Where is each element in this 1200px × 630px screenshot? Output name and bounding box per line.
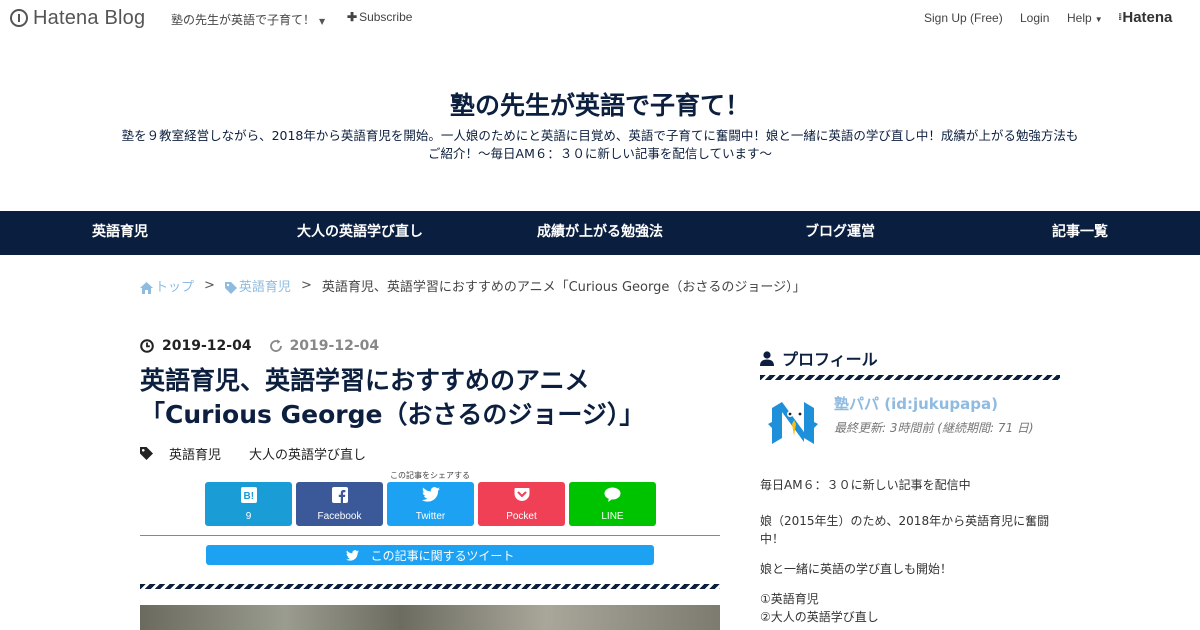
share-twitter-label: Twitter xyxy=(415,511,446,522)
hatena-logo-icon: ⁞⁞ xyxy=(1118,12,1123,23)
caret-down-icon: ▼ xyxy=(1094,15,1103,24)
subscribe-label: Subscribe xyxy=(359,10,413,24)
profile-heading-label: プロフィール xyxy=(782,350,878,369)
breadcrumb-category-label: 英語育児 xyxy=(238,280,291,295)
profile-name[interactable]: 塾パパ (id:jukupapa) xyxy=(834,393,998,414)
article-title-line: 英語育児、英語学習におすすめのアニメ xyxy=(140,366,590,395)
article-dates: 2019-12-04 2019-12-04 xyxy=(140,338,379,354)
login-link[interactable]: Login xyxy=(1020,11,1049,25)
twitter-icon xyxy=(387,487,474,503)
blog-description-line: ご紹介！～毎日AM６：３０に新しい記事を配信しています～ xyxy=(428,146,772,161)
article-tags: 英語育児 大人の英語学び直し xyxy=(140,444,366,463)
breadcrumb-separator: > xyxy=(300,278,312,293)
help-label: Help xyxy=(1067,11,1092,25)
share-line-label: LINE xyxy=(601,511,624,522)
divider xyxy=(140,535,720,536)
svg-text:B!: B! xyxy=(243,491,254,502)
signup-link[interactable]: Sign Up (Free) xyxy=(924,11,1003,25)
tag-icon xyxy=(140,447,153,460)
clock-icon xyxy=(140,339,154,353)
striped-divider xyxy=(140,584,720,589)
profile-bio-line: 娘と一緒に英語の学び直しも開始！ xyxy=(760,562,953,576)
published-date[interactable]: 2019-12-04 xyxy=(162,338,252,354)
pocket-icon xyxy=(478,487,565,503)
article-title-line: 「Curious George（おさるのジョージ）」 xyxy=(140,400,645,429)
profile-last-updated: 最終更新: 3時間前 (継続期間: 71 日) xyxy=(834,421,1034,435)
striped-divider xyxy=(760,375,1060,380)
blog-description-line: 塾を９教室経営しながら、2018年から英語育児を開始。一人娘のためにと英語に目覚… xyxy=(121,128,1079,143)
tag-icon xyxy=(224,281,237,294)
nav-item-adult-english[interactable]: 大人の英語学び直し xyxy=(297,211,423,255)
plus-icon: ✚ xyxy=(347,10,358,24)
share-pocket-label: Pocket xyxy=(506,511,537,522)
blog-name-dropdown[interactable]: 塾の先生が英語で子育て！ ▼ xyxy=(171,11,325,28)
profile-bio-line: 毎日AM６：３０に新しい記事を配信中 xyxy=(760,478,971,492)
profile-heading: プロフィール xyxy=(760,346,878,370)
share-twitter-button[interactable]: Twitter xyxy=(387,482,474,526)
category-nav: 英語育児 大人の英語学び直し 成績が上がる勉強法 ブログ運営 記事一覧 xyxy=(0,211,1200,255)
tag-link[interactable]: 大人の英語学び直し xyxy=(249,444,366,463)
tag-link[interactable]: 英語育児 xyxy=(169,444,221,463)
related-tweets-label: この記事に関するツイート xyxy=(370,548,515,563)
hatena-blog-logo[interactable]: Hatena Blog xyxy=(10,7,145,29)
breadcrumb-home[interactable]: トップ xyxy=(140,276,194,295)
nav-item-blog-management[interactable]: ブログ運営 xyxy=(805,211,875,255)
nav-item-article-list[interactable]: 記事一覧 xyxy=(1052,211,1108,255)
nav-item-study-methods[interactable]: 成績が上がる勉強法 xyxy=(537,211,663,255)
updated-date: 2019-12-04 xyxy=(289,338,380,354)
share-hatena-bookmark-button[interactable]: B! 9 xyxy=(205,482,292,526)
avatar[interactable] xyxy=(760,392,824,456)
blog-name-label: 塾の先生が英語で子育て！ xyxy=(171,13,316,27)
help-menu[interactable]: Help ▼ xyxy=(1067,11,1103,25)
twitter-icon xyxy=(345,549,359,561)
home-icon xyxy=(140,281,153,294)
article-eyecatch-image xyxy=(140,605,720,630)
article-title[interactable]: 英語育児、英語学習におすすめのアニメ 「Curious George（おさるのジ… xyxy=(140,364,730,432)
line-icon xyxy=(569,487,656,503)
breadcrumb-separator: > xyxy=(204,278,215,293)
share-facebook-button[interactable]: Facebook xyxy=(296,482,383,526)
hatena-topbar: Hatena Blog 塾の先生が英語で子育て！ ▼ ✚ Subscribe Sig… xyxy=(0,0,1200,36)
breadcrumb: トップ > 英語育児 > 英語育児、英語学習におすすめのアニメ「Curious … xyxy=(140,276,806,295)
caret-down-icon: ▼ xyxy=(319,17,326,26)
hatena-bookmark-icon: B! xyxy=(205,487,292,503)
breadcrumb-category[interactable]: 英語育児 xyxy=(224,276,291,295)
share-caption: この記事をシェアする xyxy=(390,471,470,480)
subscribe-button[interactable]: ✚ Subscribe xyxy=(347,10,412,24)
blog-title[interactable]: 塾の先生が英語で子育て！ xyxy=(0,86,1200,122)
breadcrumb-home-label: トップ xyxy=(155,280,195,295)
share-pocket-button[interactable]: Pocket xyxy=(478,482,565,526)
profile-bio-line: 娘（2015年生）のため、2018年から英語育児に奮闘 xyxy=(760,514,1050,528)
hatena-logo[interactable]: ⁞⁞ Hatena xyxy=(1118,9,1172,26)
share-count: 9 xyxy=(245,511,252,522)
profile-bio-line: ②大人の英語学び直し xyxy=(760,610,879,624)
related-tweets-button[interactable]: この記事に関するツイート xyxy=(206,545,654,565)
breadcrumb-current: 英語育児、英語学習におすすめのアニメ「Curious George（おさるのジョ… xyxy=(321,280,806,295)
profile-bio-line: 中！ xyxy=(760,532,785,546)
profile-bio-line: ①英語育児 xyxy=(760,592,819,606)
blog-description: 塾を９教室経営しながら、2018年から英語育児を開始。一人娘のためにと英語に目覚… xyxy=(100,127,1100,163)
refresh-icon xyxy=(269,339,282,352)
hatena-blog-brand: Hatena Blog xyxy=(33,6,146,29)
hatena-logo-text: Hatena xyxy=(1122,9,1173,26)
hatena-blog-logo-icon xyxy=(10,9,28,27)
share-facebook-label: Facebook xyxy=(317,511,362,522)
user-icon xyxy=(760,350,774,366)
nav-item-english-parenting[interactable]: 英語育児 xyxy=(92,211,148,255)
facebook-icon xyxy=(296,487,383,503)
share-line-button[interactable]: LINE xyxy=(569,482,656,526)
